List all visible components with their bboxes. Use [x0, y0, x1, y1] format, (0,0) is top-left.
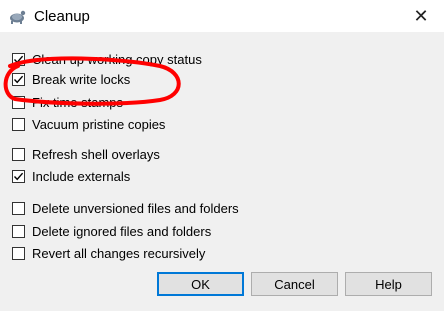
option-label: Vacuum pristine copies [32, 117, 166, 132]
checkbox[interactable] [12, 96, 25, 109]
option-clean-up-status[interactable]: Clean up working copy status [12, 51, 202, 68]
close-button[interactable]: ✕ [398, 0, 444, 32]
checkmark-icon [13, 55, 24, 64]
checkbox[interactable] [12, 148, 25, 161]
title-bar: Cleanup ✕ [0, 0, 444, 32]
option-revert-all[interactable]: Revert all changes recursively [12, 245, 205, 262]
option-label: Delete unversioned files and folders [32, 201, 239, 216]
checkbox[interactable] [12, 247, 25, 260]
option-label: Revert all changes recursively [32, 246, 206, 261]
help-button[interactable]: Help [345, 272, 432, 296]
option-include-externals[interactable]: Include externals [12, 168, 130, 185]
checkbox[interactable] [12, 73, 25, 86]
option-label: Break write locks [32, 72, 131, 87]
option-refresh-overlays[interactable]: Refresh shell overlays [12, 146, 160, 163]
checkbox[interactable] [12, 53, 25, 66]
option-delete-unversioned[interactable]: Delete unversioned files and folders [12, 200, 239, 217]
checkbox[interactable] [12, 225, 25, 238]
option-label: Refresh shell overlays [32, 147, 160, 162]
option-vacuum-pristine[interactable]: Vacuum pristine copies [12, 116, 165, 133]
option-fix-time-stamps[interactable]: Fix time stamps [12, 94, 123, 111]
checkmark-icon [13, 172, 24, 181]
option-break-write-locks[interactable]: Break write locks [12, 71, 130, 88]
option-label: Clean up working copy status [32, 52, 202, 67]
ok-button[interactable]: OK [157, 272, 244, 296]
window-title: Cleanup [34, 8, 90, 25]
close-icon: ✕ [413, 5, 429, 26]
option-label: Fix time stamps [32, 95, 124, 110]
checkbox[interactable] [12, 202, 25, 215]
option-label: Delete ignored files and folders [32, 224, 212, 239]
checkbox[interactable] [12, 170, 25, 183]
checkmark-icon [13, 75, 24, 84]
option-label: Include externals [32, 169, 131, 184]
cancel-button[interactable]: Cancel [251, 272, 338, 296]
checkbox[interactable] [12, 118, 25, 131]
tortoise-icon [10, 10, 26, 24]
option-delete-ignored[interactable]: Delete ignored files and folders [12, 223, 211, 240]
